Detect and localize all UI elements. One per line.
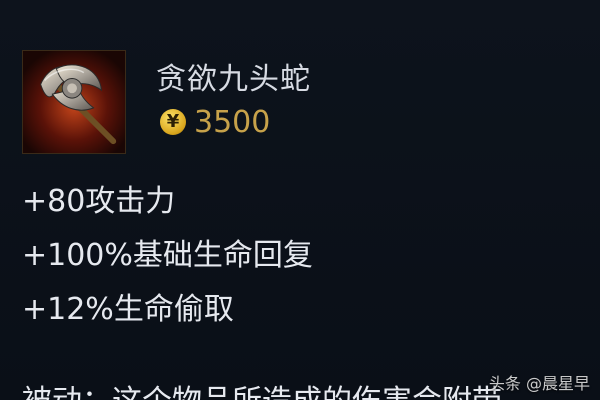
item-cost-value: 3500 [194, 104, 271, 140]
hydra-axe-icon [22, 50, 126, 154]
stat-line-health-regen: +100%基础生命回复 [22, 238, 313, 273]
item-cost: ¥ 3500 [160, 104, 270, 140]
gold-coin-icon: ¥ [160, 109, 186, 135]
watermark: 头条 @晨星早 [488, 374, 590, 393]
item-tooltip: 贪欲九头蛇 ¥ 3500 +80攻击力 +100%基础生命回复 +12%生命偷取… [0, 0, 600, 400]
item-name: 贪欲九头蛇 [156, 62, 311, 97]
stat-line-attack-damage: +80攻击力 [22, 184, 176, 219]
hydra-axe-icon-graphic [23, 51, 125, 153]
stat-line-lifesteal: +12%生命偷取 [22, 292, 234, 327]
